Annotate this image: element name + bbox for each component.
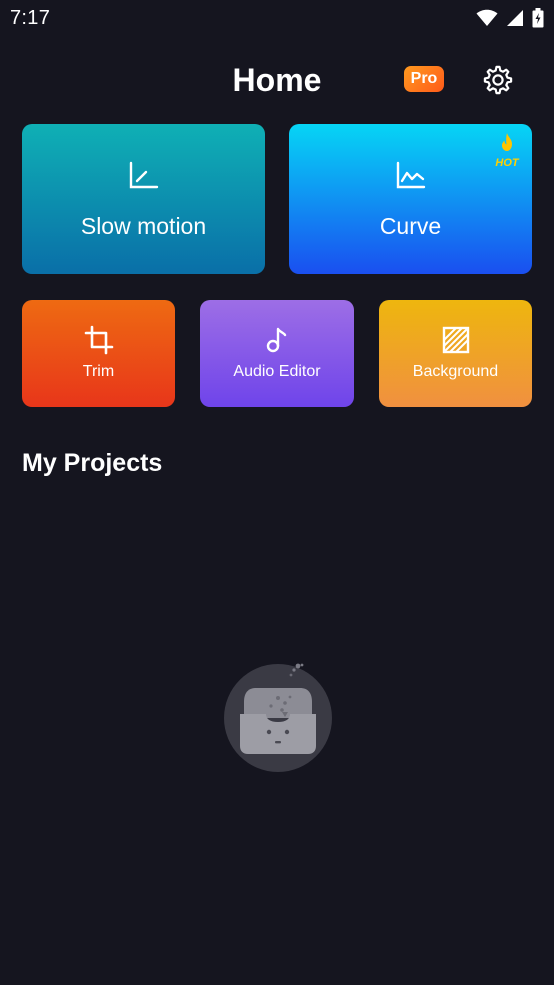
curve-label: Curve bbox=[379, 213, 442, 239]
battery-icon bbox=[532, 8, 544, 28]
background-card[interactable]: Background bbox=[379, 300, 532, 407]
slow-motion-graph-icon bbox=[129, 161, 158, 189]
curve-graph-icon bbox=[396, 161, 425, 189]
slow-motion-card[interactable]: Slow motion bbox=[22, 124, 265, 274]
settings-button[interactable] bbox=[482, 64, 514, 96]
trim-label: Trim bbox=[82, 363, 115, 380]
audio-editor-label: Audio Editor bbox=[233, 363, 321, 380]
trim-card[interactable]: Trim bbox=[22, 300, 175, 407]
page-title: Home bbox=[232, 62, 322, 98]
status-bar: 7:17 bbox=[0, 0, 554, 38]
empty-projects-illustration bbox=[222, 660, 334, 774]
wifi-icon bbox=[476, 9, 498, 26]
background-label: Background bbox=[412, 363, 499, 380]
status-icons bbox=[476, 8, 544, 28]
slow-motion-label: Slow motion bbox=[80, 213, 207, 239]
signal-icon bbox=[507, 10, 523, 26]
empty-inbox-icon bbox=[224, 663, 332, 772]
hot-label: HOT bbox=[495, 157, 519, 169]
music-note-icon bbox=[266, 327, 287, 353]
status-time: 7:17 bbox=[10, 7, 51, 29]
flame-icon bbox=[502, 133, 512, 151]
curve-card[interactable]: HOT Curve bbox=[289, 124, 532, 274]
hot-badge: HOT bbox=[494, 132, 520, 169]
audio-editor-card[interactable]: Audio Editor bbox=[200, 300, 354, 407]
my-projects-title: My Projects bbox=[22, 449, 163, 477]
gear-icon bbox=[483, 65, 513, 95]
crop-icon bbox=[84, 325, 113, 355]
hatched-square-icon bbox=[442, 326, 469, 354]
header: Home Pro bbox=[0, 58, 554, 104]
pro-button[interactable]: Pro bbox=[404, 66, 444, 92]
